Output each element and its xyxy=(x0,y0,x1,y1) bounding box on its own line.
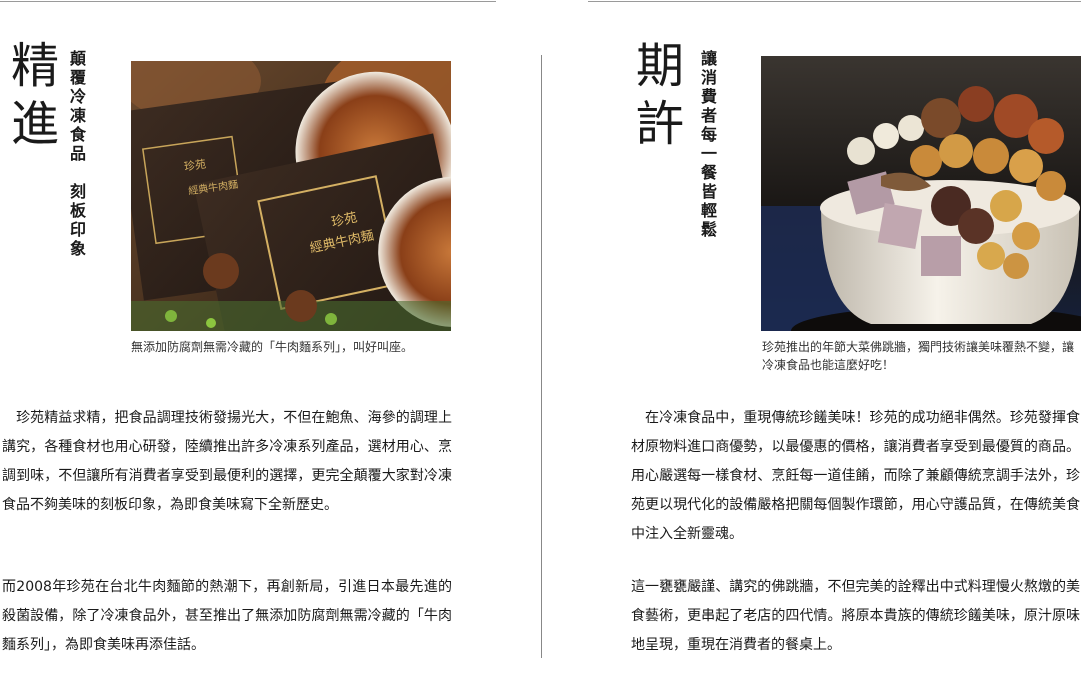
buddha-jumps-wall-photo xyxy=(761,56,1081,331)
left-paragraph-2: 而2008年珍苑在台北牛肉麵節的熱潮下，再創新局，引進日本最先進的殺菌設備，除了… xyxy=(2,579,452,653)
column-divider xyxy=(541,55,542,658)
left-subheading: 顛覆冷凍食品 刻板印象 xyxy=(67,50,86,259)
box-brand-label: 珍苑 xyxy=(183,157,207,174)
left-heading: 精進 xyxy=(2,40,58,156)
right-caption: 珍苑推出的年節大菜佛跳牆，獨門技術讓美味覆熱不變，讓冷凍食品也能這麼好吃！ xyxy=(762,340,1075,372)
right-paragraph-2: 這一甕甕嚴謹、講究的佛跳牆，不但完美的詮釋出中式料理慢火熬燉的美食藝術，更串起了… xyxy=(631,579,1080,653)
left-caption: 無添加防腐劑無需冷藏的「牛肉麵系列」，叫好叫座。 xyxy=(131,340,414,354)
right-heading: 期許 xyxy=(627,40,683,156)
right-subheading: 讓消費者每一餐皆輕鬆 xyxy=(698,50,717,240)
left-paragraph-1: 珍苑精益求精，把食品調理技術發揚光大，不但在鮑魚、海參的調理上講究，各種食材也用… xyxy=(2,410,452,513)
right-paragraph-1: 在冷凍食品中，重現傳統珍饈美味！珍苑的成功絕非偶然。珍苑發揮食材原物料進口商優勢… xyxy=(631,410,1080,542)
top-rule-left xyxy=(0,1,496,2)
top-rule-right xyxy=(588,1,1081,2)
beef-noodle-photo: 珍苑 經典牛肉麵 珍苑 經典牛肉麵 xyxy=(131,61,451,331)
